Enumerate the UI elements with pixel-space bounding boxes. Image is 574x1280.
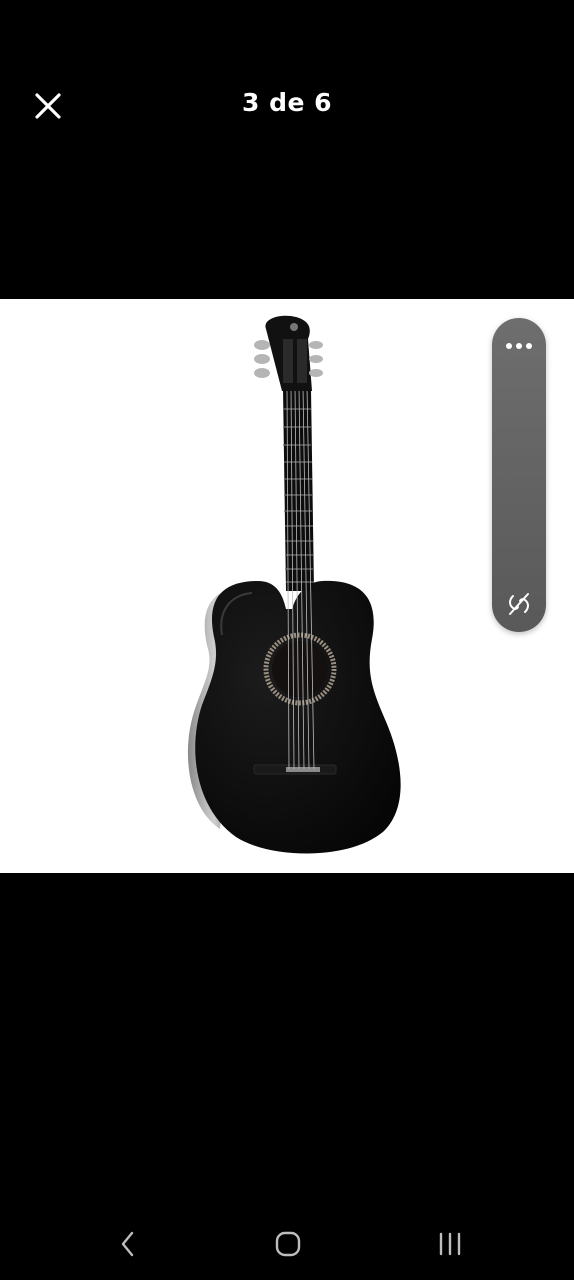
more-horizontal-icon (506, 343, 532, 349)
home-button[interactable] (258, 1224, 318, 1264)
recents-icon (439, 1232, 461, 1256)
chevron-left-icon (121, 1231, 134, 1257)
image-viewer: 3 de 6 (0, 0, 574, 1280)
recents-button[interactable] (420, 1224, 480, 1264)
floating-side-panel[interactable] (492, 318, 546, 632)
home-icon (275, 1231, 301, 1257)
image-container[interactable] (0, 299, 574, 873)
system-navigation-bar (0, 1206, 574, 1280)
eye-off-icon (509, 593, 529, 615)
hide-panel-button[interactable] (492, 582, 546, 626)
panel-drag-handle[interactable] (492, 374, 546, 574)
image-counter: 3 de 6 (241, 88, 333, 117)
top-bar: 3 de 6 (0, 0, 574, 212)
back-button[interactable] (98, 1224, 158, 1264)
guitar-image (187, 315, 401, 854)
more-options-button[interactable] (492, 324, 546, 368)
